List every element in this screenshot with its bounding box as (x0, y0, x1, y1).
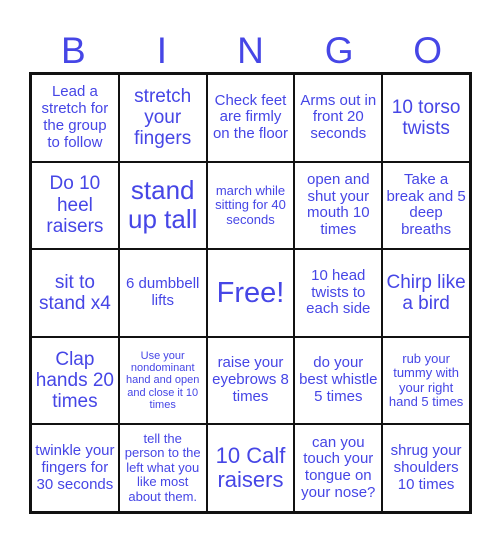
bingo-cell[interactable]: march while sitting for 40 seconds (206, 161, 295, 250)
free-cell[interactable]: Free! (206, 249, 295, 337)
header-letter-o: O (413, 30, 443, 71)
bingo-cell[interactable]: Do 10 heel raisers (31, 161, 119, 250)
bingo-cell[interactable]: tell the person to the left what you lik… (118, 424, 207, 512)
bingo-grid: Lead a stretch for the group to follow s… (29, 72, 472, 514)
bingo-cell[interactable]: twinkle your fingers for 30 seconds (31, 424, 119, 512)
bingo-cell[interactable]: shrug your shoulders 10 times (382, 424, 470, 512)
bingo-cell[interactable]: 10 head twists to each side (294, 249, 383, 337)
bingo-cell[interactable]: 10 torso twists (382, 74, 470, 162)
bingo-cell[interactable]: Arms out in front 20 seconds (294, 74, 383, 162)
bingo-cell[interactable]: open and shut your mouth 10 times (294, 161, 383, 250)
bingo-cell[interactable]: stand up tall (118, 161, 207, 250)
bingo-cell[interactable]: 6 dumbbell lifts (118, 249, 207, 337)
header-letter-n: N (237, 30, 264, 71)
header-letter-g: G (324, 30, 354, 71)
bingo-header: B I N G O (29, 30, 472, 72)
bingo-cell[interactable]: Clap hands 20 times (31, 336, 119, 425)
bingo-cell[interactable]: Lead a stretch for the group to follow (31, 74, 119, 162)
bingo-cell[interactable]: can you touch your tongue on your nose? (294, 424, 383, 512)
bingo-cell[interactable]: Chirp like a bird (382, 249, 470, 337)
bingo-cell[interactable]: sit to stand x4 (31, 249, 119, 337)
bingo-cell[interactable]: do your best whistle 5 times (294, 336, 383, 425)
bingo-cell[interactable]: raise your eyebrows 8 times (206, 336, 295, 425)
bingo-cell[interactable]: 10 Calf raisers (206, 424, 295, 512)
bingo-cell[interactable]: stretch your fingers (118, 74, 207, 162)
header-letter-b: B (60, 30, 86, 71)
bingo-cell[interactable]: Use your nondominant hand and open and c… (118, 336, 207, 425)
bingo-cell[interactable]: Take a break and 5 deep breaths (382, 161, 470, 250)
bingo-cell[interactable]: Check feet are firmly on the floor (206, 74, 295, 162)
header-letter-i: I (156, 30, 168, 71)
bingo-cell[interactable]: rub your tummy with your right hand 5 ti… (382, 336, 470, 425)
